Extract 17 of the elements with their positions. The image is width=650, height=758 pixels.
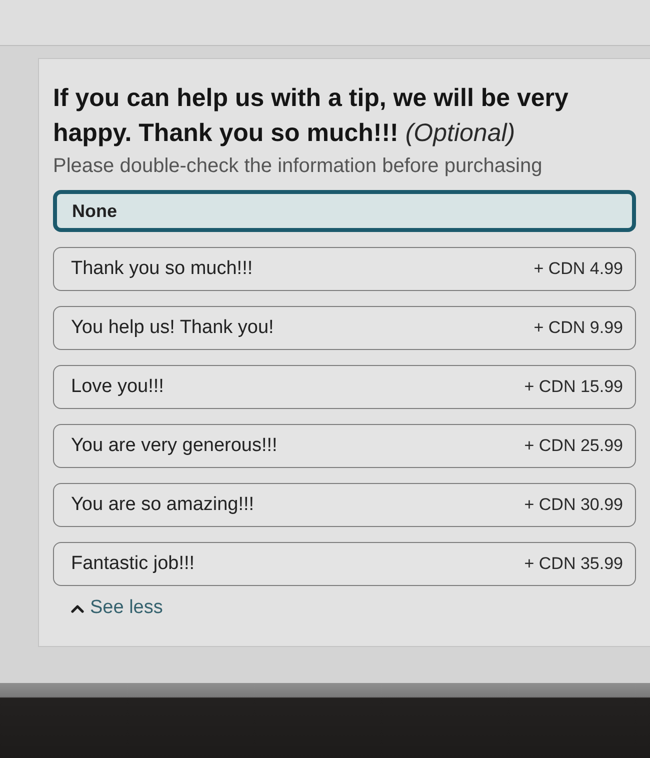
tip-subtitle: Please double-check the information before purchasing [53,154,544,179]
tip-option[interactable]: Love you!!! + CDN 15.99 [53,365,636,409]
option-price: + CDN 35.99 [524,554,623,574]
see-less-link[interactable]: See less [53,596,163,620]
option-price: + CDN 15.99 [524,377,623,397]
tip-option[interactable]: Thank you so much!!! + CDN 4.99 [53,247,636,291]
option-price: + CDN 30.99 [524,495,623,515]
tip-option[interactable]: You help us! Thank you! + CDN 9.99 [53,306,636,350]
caret-up-icon [71,604,84,612]
option-price: + CDN 9.99 [534,318,623,338]
option-price: + CDN 25.99 [524,436,623,456]
tip-option[interactable]: Fantastic job!!! + CDN 35.99 [53,542,636,586]
tip-option[interactable]: You are very generous!!! + CDN 25.99 [53,424,636,468]
tip-option[interactable]: You are so amazing!!! + CDN 30.99 [53,483,636,527]
tip-option[interactable]: None [53,190,636,232]
option-price: + CDN 4.99 [534,259,623,279]
tip-title: If you can help us with a tip, we will be very happy. Thank you so much!!! (Optional) [53,83,570,149]
